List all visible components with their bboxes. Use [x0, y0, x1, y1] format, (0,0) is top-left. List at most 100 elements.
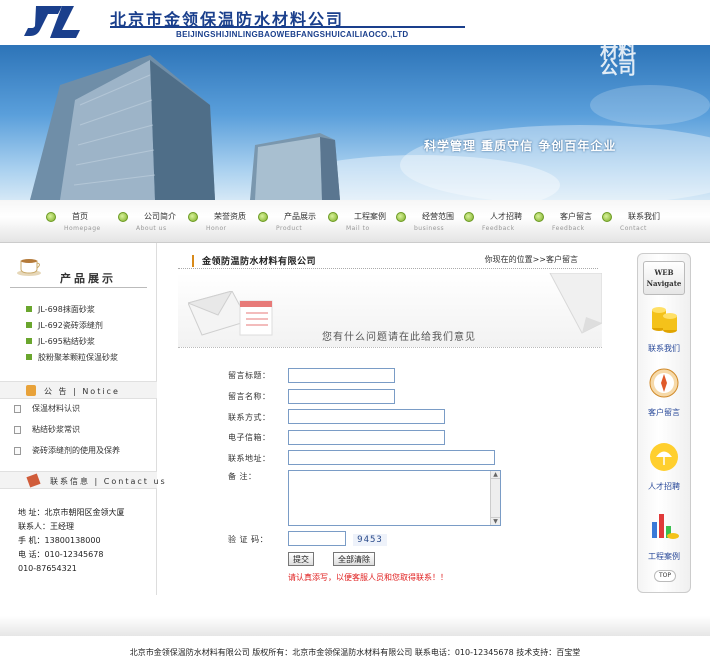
submit-button[interactable]: 提交 [288, 552, 314, 566]
page-title: 金领防温防水材料有限公司 [202, 257, 317, 267]
notice-list: 保温材料认识 粘结砂浆常识 瓷砖添缝剂的使用及保养 [14, 398, 120, 461]
header-divider [110, 26, 465, 28]
list-item[interactable]: 胶粉聚苯颗粒保温砂浆 [26, 349, 118, 365]
nav-sublabel: business [414, 225, 445, 232]
quick-nav-jobs[interactable]: 人才招聘 [638, 442, 690, 492]
quick-nav-guestbook[interactable]: 客户留言 [638, 368, 690, 418]
nav-sublabel: Homepage [64, 225, 101, 232]
nav-label: 人才招聘 [490, 212, 522, 221]
coffee-cup-icon [17, 259, 41, 276]
nav-sublabel: Honor [206, 225, 227, 232]
nav-label: 工程案例 [354, 212, 386, 221]
bullet-icon [26, 322, 32, 328]
nav-bullet-icon [118, 212, 128, 222]
product-link[interactable]: 胶粉聚苯颗粒保温砂浆 [38, 352, 118, 363]
document-icon [14, 425, 21, 434]
notice-title: 公 告 | Notice [44, 387, 120, 396]
quick-nav-contact[interactable]: 联系我们 [638, 300, 690, 354]
contact-phone: 电 话：010-12345678 [18, 550, 104, 559]
contact-card-icon [26, 473, 41, 488]
contact-title: 联系信息 | Contact us [50, 477, 167, 486]
contact-info: 地 址：北京市朝阳区金领大厦 联系人：王经理 手 机：13800138000 电… [18, 506, 125, 576]
scroll-down-arrow-icon[interactable]: ▼ [491, 517, 500, 525]
contact-mobile: 手 机：13800138000 [18, 536, 101, 545]
bullet-icon [26, 338, 32, 344]
megaphone-icon [26, 385, 36, 396]
quick-nav-cases[interactable]: 工程案例 [638, 508, 690, 562]
product-link[interactable]: JL-698抹面砂浆 [38, 304, 95, 315]
list-item[interactable]: 瓷砖添缝剂的使用及保养 [14, 440, 120, 461]
notice-link[interactable]: 保温材料认识 [32, 403, 80, 414]
back-to-top-button[interactable]: TOP [654, 570, 676, 582]
notice-link[interactable]: 瓷砖添缝剂的使用及保养 [32, 445, 120, 456]
list-item[interactable]: 保温材料认识 [14, 398, 120, 419]
badge-line: WEB [654, 268, 674, 277]
nav-sublabel: Contact [620, 225, 647, 232]
subject-label: 留言标题： [228, 371, 271, 380]
nav-label: 客户留言 [560, 212, 592, 221]
products-list: JL-698抹面砂浆 JL-692瓷砖添缝剂 JL-695粘结砂浆 胶粉聚苯颗粒… [26, 301, 118, 365]
list-item[interactable]: JL-695粘结砂浆 [26, 333, 118, 349]
product-link[interactable]: JL-695粘结砂浆 [38, 336, 95, 347]
contact-method-input[interactable] [288, 409, 445, 424]
address-input[interactable] [288, 450, 495, 465]
bullet-icon [26, 354, 32, 360]
umbrella-icon [650, 443, 678, 471]
nav-bullet-icon [602, 212, 612, 222]
contact-method-label: 联系方式： [228, 413, 271, 422]
footer-copyright: 北京市金领保温防水材料有限公司 版权所有：北京市金领保温防水材料有限公司 联系电… [129, 648, 581, 657]
nav-label: 产品展示 [284, 212, 316, 221]
name-input[interactable] [288, 389, 395, 404]
captcha-input[interactable] [288, 531, 346, 546]
company-name-en: BEIJINGSHIJINLINGBAOWEBFANGSHUICAILIAOCO… [176, 30, 409, 39]
nav-label: 联系我们 [628, 212, 660, 221]
remark-textarea[interactable] [288, 470, 501, 526]
list-item[interactable]: JL-692瓷砖添缝剂 [26, 317, 118, 333]
textarea-scrollbar[interactable]: ▲ ▼ [490, 471, 500, 525]
scroll-up-arrow-icon[interactable]: ▲ [491, 471, 500, 479]
contact-person: 联系人：王经理 [18, 522, 74, 531]
envelope-icon [188, 291, 273, 336]
nav-bullet-icon [46, 212, 56, 222]
left-sidebar: 产品展示 JL-698抹面砂浆 JL-692瓷砖添缝剂 JL-695粘结砂浆 胶… [0, 243, 165, 595]
products-title: 产品展示 [60, 272, 116, 285]
quick-nav-label: 人才招聘 [648, 482, 680, 491]
form-note: 请认真添写，以便客服人员和您取得联系！！ [288, 573, 448, 582]
nav-bullet-icon [258, 212, 268, 222]
remark-label: 备 注： [228, 472, 257, 481]
notice-header: 公 告 | Notice [0, 381, 157, 399]
name-label: 留言名称： [228, 392, 271, 401]
products-header: 产品展示 [0, 249, 157, 288]
guestbook-banner: 您有什么问题请在此给我们意见 [178, 273, 602, 348]
main-nav: 首页 Homepage 公司简介 About us 荣誉资质 Honor 产品展… [0, 200, 710, 243]
nav-label: 首页 [72, 212, 88, 221]
document-icon [14, 446, 21, 455]
nav-label: 经营范围 [422, 212, 454, 221]
divider [10, 287, 147, 288]
content-header: 金领防温防水材料有限公司 你现在的位置>>客户留言 [178, 253, 598, 269]
nav-bullet-icon [328, 212, 338, 222]
nav-bullet-icon [534, 212, 544, 222]
list-item[interactable]: JL-698抹面砂浆 [26, 301, 118, 317]
subject-input[interactable] [288, 368, 395, 383]
compass-icon [649, 368, 679, 398]
guestbook-prompt: 您有什么问题请在此给我们意见 [322, 332, 476, 343]
captcha-image[interactable]: 9453 [353, 534, 387, 546]
breadcrumb: 你现在的位置>>客户留言 [484, 255, 578, 264]
nav-label: 公司简介 [144, 212, 176, 221]
coins-icon [652, 307, 677, 333]
bullet-icon [26, 306, 32, 312]
list-item[interactable]: 粘结砂浆常识 [14, 419, 120, 440]
notice-link[interactable]: 粘结砂浆常识 [32, 424, 80, 435]
right-quick-nav: WEB Navigate 联系我们 客户留言 人才招聘 工程案例 TOP [637, 253, 691, 593]
company-logo[interactable] [22, 4, 82, 40]
email-input[interactable] [288, 430, 445, 445]
quick-nav-label: 客户留言 [648, 408, 680, 417]
address-label: 联系地址： [228, 454, 271, 463]
product-link[interactable]: JL-692瓷砖添缝剂 [38, 320, 103, 331]
web-navigate-badge: WEB Navigate [643, 261, 685, 295]
quick-nav-label: 联系我们 [648, 344, 680, 353]
reset-button[interactable]: 全部清除 [333, 552, 375, 566]
badge-line: Navigate [646, 279, 682, 288]
footer-band [0, 616, 710, 636]
